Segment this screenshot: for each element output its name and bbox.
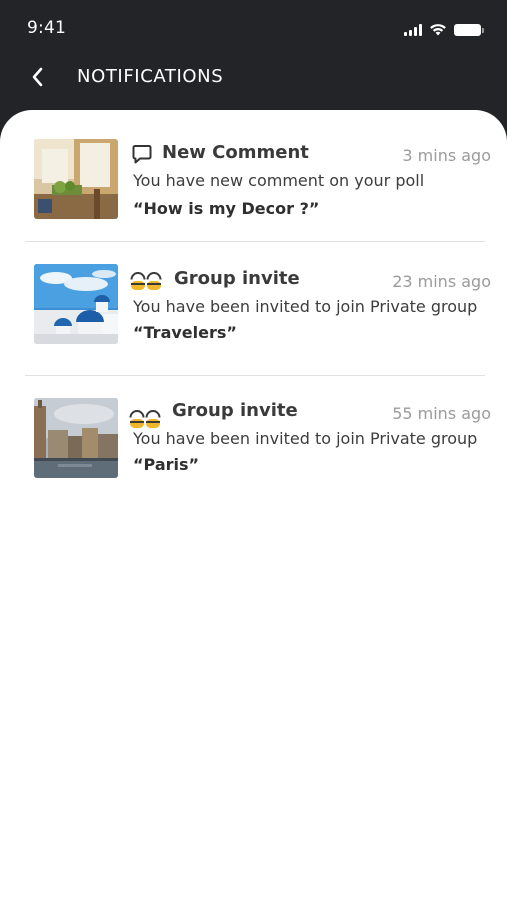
- notification-time: 3 mins ago: [402, 146, 491, 165]
- group-icon: [130, 272, 162, 290]
- notification-title: Group invite: [172, 400, 298, 421]
- wifi-icon: [430, 24, 446, 36]
- notification-thumbnail: [34, 398, 118, 478]
- notification-item[interactable]: New Comment 3 mins ago You have new comm…: [25, 110, 491, 242]
- notification-highlight: “Travelers”: [133, 323, 237, 342]
- notification-message: You have been invited to join Private gr…: [133, 294, 493, 346]
- notification-title: Group invite: [174, 268, 300, 289]
- status-time: 9:41: [27, 18, 66, 38]
- status-icons: [404, 22, 484, 36]
- notification-message-text: You have been invited to join Private gr…: [133, 297, 478, 316]
- notification-message-text: You have new comment on your poll: [133, 171, 425, 190]
- notification-highlight: “How is my Decor ?”: [133, 199, 320, 218]
- back-button[interactable]: [24, 62, 54, 92]
- notification-message-text: You have been invited to join Private gr…: [133, 429, 478, 448]
- notification-item[interactable]: Group invite 23 mins ago You have been i…: [25, 244, 491, 376]
- notifications-sheet: New Comment 3 mins ago You have new comm…: [0, 110, 507, 900]
- notification-thumbnail: [34, 139, 118, 219]
- cellular-signal-icon: [404, 24, 422, 36]
- notification-time: 23 mins ago: [392, 272, 491, 291]
- notification-item[interactable]: Group invite 55 mins ago You have been i…: [25, 376, 491, 508]
- notification-message: You have been invited to join Private gr…: [133, 426, 493, 478]
- chevron-left-icon: [32, 67, 43, 87]
- notification-thumbnail: [34, 264, 118, 344]
- notification-title: New Comment: [162, 142, 309, 163]
- notification-highlight: “Paris”: [133, 455, 200, 474]
- notification-time: 55 mins ago: [392, 404, 491, 423]
- header: NOTIFICATIONS: [0, 56, 507, 110]
- comment-icon: [132, 145, 152, 164]
- page-title: NOTIFICATIONS: [77, 66, 224, 87]
- status-bar: 9:41: [0, 0, 507, 56]
- battery-icon: [454, 24, 484, 36]
- notification-message: You have new comment on your poll “How i…: [133, 168, 493, 222]
